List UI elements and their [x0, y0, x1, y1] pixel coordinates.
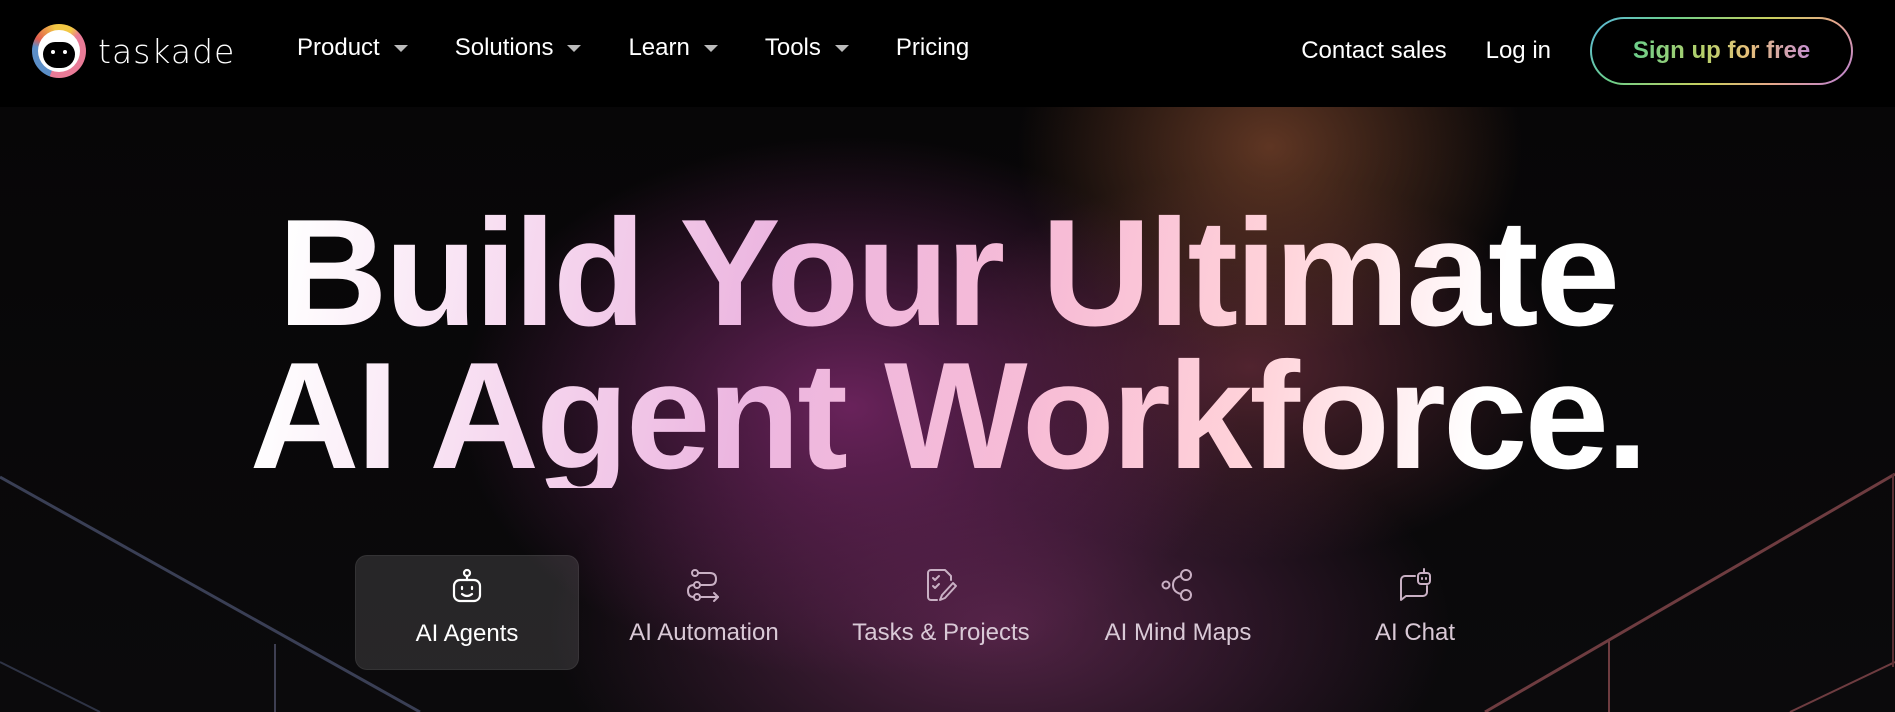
- tab-label: AI Chat: [1374, 619, 1456, 646]
- brand-name: taskade: [98, 31, 236, 71]
- contact-sales-link[interactable]: Contact sales: [1301, 37, 1446, 65]
- tab-tasks-projects[interactable]: Tasks & Projects: [829, 555, 1053, 670]
- tab-label: AI Agents: [415, 620, 519, 647]
- tab-label: AI Automation: [629, 619, 779, 646]
- share-nodes-icon: [1160, 567, 1196, 603]
- headline-line-1: Build Your Ultimate: [277, 188, 1618, 358]
- checklist-edit-icon: [923, 567, 959, 603]
- grid-line: [1484, 472, 1895, 712]
- top-navbar: taskade Product Solutions Learn Tools Pr…: [0, 0, 1895, 107]
- grid-line: [0, 661, 101, 712]
- nav-item-label: Solutions: [454, 34, 554, 61]
- headline-line-2: AI Agent Workforce.: [249, 331, 1646, 501]
- nav-actions: Contact sales Log in Sign up for free: [1301, 17, 1853, 85]
- caret-down-icon: [567, 44, 582, 52]
- brand-logo[interactable]: taskade: [32, 24, 235, 78]
- caret-down-icon: [393, 44, 408, 52]
- feature-tabs: AI Agents AI Automation Tasks & Projects…: [355, 555, 1540, 670]
- nav-item-label: Product: [297, 34, 380, 61]
- taskade-logo-icon: [32, 24, 86, 78]
- nav-item-tools[interactable]: Tools: [765, 34, 849, 62]
- caret-down-icon: [703, 44, 718, 52]
- tab-ai-mind-maps[interactable]: AI Mind Maps: [1066, 555, 1290, 670]
- hero-headline: Build Your Ultimate AI Agent Workforce.: [0, 202, 1895, 488]
- grid-line: [1789, 661, 1895, 712]
- caret-down-icon: [834, 44, 849, 52]
- chat-bot-icon: [1397, 567, 1433, 603]
- robot-icon: [449, 568, 485, 604]
- nav-item-label: Pricing: [895, 34, 970, 61]
- nav-item-label: Tools: [764, 34, 821, 61]
- tab-ai-chat[interactable]: AI Chat: [1303, 555, 1527, 670]
- main-menu: Product Solutions Learn Tools Pricing: [297, 34, 1016, 62]
- tab-ai-automation[interactable]: AI Automation: [592, 555, 816, 670]
- nav-item-learn[interactable]: Learn: [628, 34, 718, 62]
- nav-item-label: Learn: [628, 34, 690, 61]
- hero-section: Build Your Ultimate AI Agent Workforce. …: [0, 107, 1895, 712]
- workflow-icon: [686, 567, 722, 603]
- signup-label: Sign up for free: [1632, 37, 1811, 64]
- signup-button[interactable]: Sign up for free: [1590, 17, 1853, 85]
- tab-label: Tasks & Projects: [852, 619, 1030, 646]
- nav-item-solutions[interactable]: Solutions: [455, 34, 582, 62]
- nav-item-product[interactable]: Product: [297, 34, 408, 62]
- login-link[interactable]: Log in: [1486, 37, 1551, 65]
- tab-label: AI Mind Maps: [1104, 619, 1252, 646]
- nav-item-pricing[interactable]: Pricing: [896, 34, 969, 62]
- tab-ai-agents[interactable]: AI Agents: [355, 555, 579, 670]
